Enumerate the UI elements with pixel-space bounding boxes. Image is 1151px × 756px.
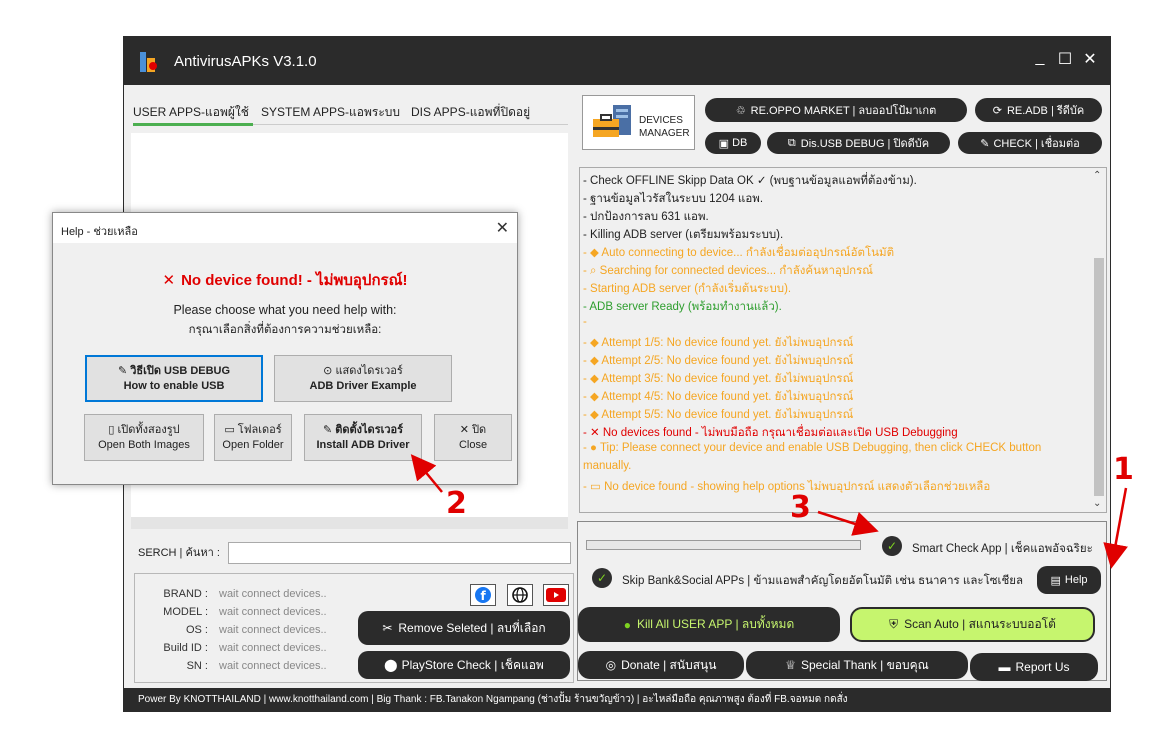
annotation-arrow-1: [1103, 487, 1128, 569]
annotation-arrows: [410, 454, 1128, 569]
annotation-number-2: 2: [446, 486, 467, 521]
annotation-number-1: 1: [1113, 452, 1134, 487]
annotation-number-3: 3: [790, 490, 811, 525]
annotation-arrow-2: [410, 454, 443, 493]
annotation-arrow-3: [817, 510, 879, 536]
